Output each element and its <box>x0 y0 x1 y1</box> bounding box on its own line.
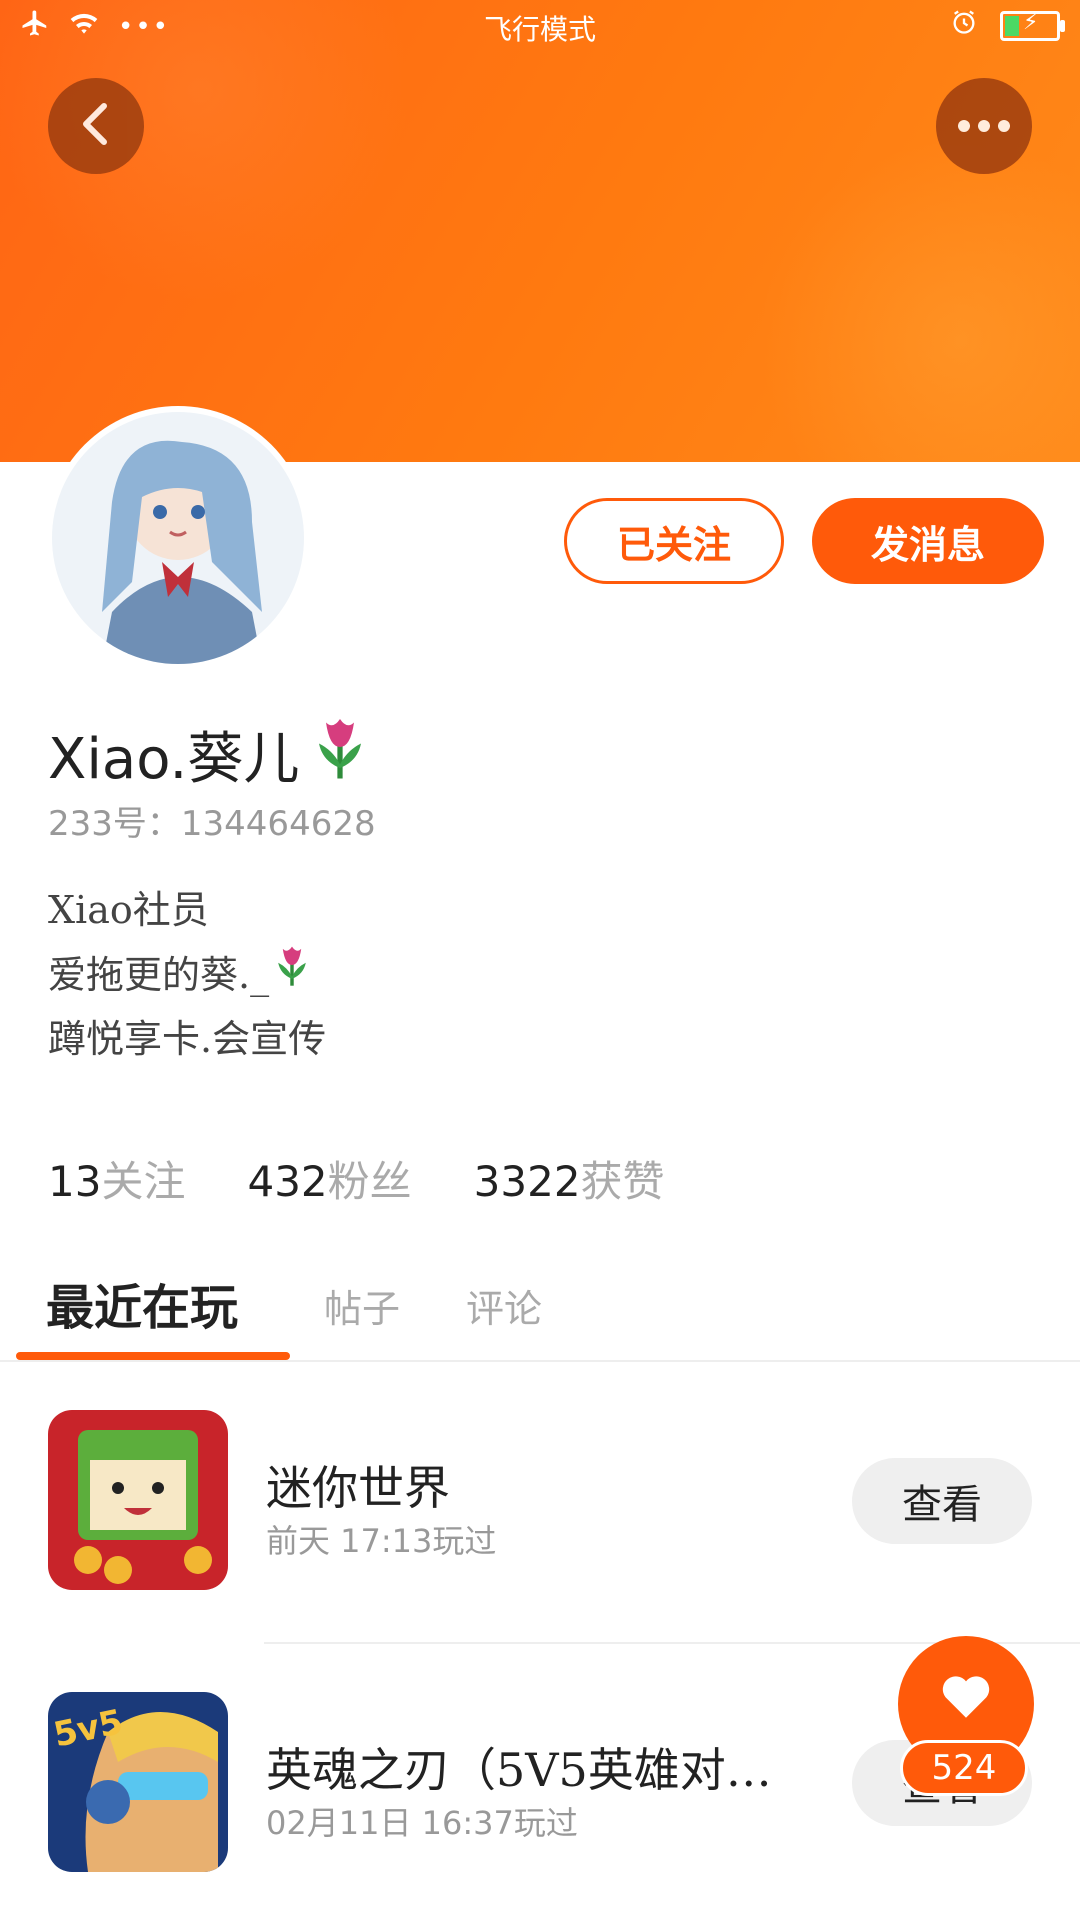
bio-line-2-text: 爱拖更的葵._ <box>48 952 270 997</box>
username-text: Xiao.葵儿 <box>48 726 300 792</box>
heart-icon <box>938 1670 994 1724</box>
bio-line-2: 爱拖更的葵._ <box>48 942 326 1007</box>
game-title: 英魂之刃（5V5英雄对… <box>266 1743 772 1797</box>
tulip-emoji-icon <box>305 712 375 796</box>
game-icon-mini-world[interactable] <box>48 1410 228 1590</box>
user-id: 233号：134464628 <box>48 796 376 845</box>
user-id-label: 233号： <box>48 804 181 844</box>
profile-tabs: 最近在玩 帖子 评论 <box>0 1250 1080 1362</box>
game-last-played: 前天 17:13玩过 <box>266 1522 497 1560</box>
user-id-value: 134464628 <box>180 804 376 844</box>
bio-line-1: Xiao社员 <box>48 888 209 932</box>
list-item[interactable]: 迷你世界 前天 17:13玩过 查看 <box>0 1362 1080 1640</box>
game-last-played: 02月11日 16:37玩过 <box>266 1804 578 1842</box>
following-stat[interactable]: 13关注 <box>48 1148 185 1209</box>
tab-comments[interactable]: 评论 <box>466 1278 542 1333</box>
fans-stat[interactable]: 432粉丝 <box>247 1148 411 1209</box>
fans-label: 粉丝 <box>327 1157 412 1206</box>
likes-stat: 3322获赞 <box>474 1148 665 1209</box>
following-label: 关注 <box>101 1157 186 1206</box>
back-button[interactable] <box>48 78 144 174</box>
game-title: 迷你世界 <box>266 1461 450 1515</box>
profile-header-background: ••• 飞行模式 ⚡ <box>0 0 1080 462</box>
more-options-button[interactable] <box>936 78 1032 174</box>
avatar[interactable] <box>52 412 304 664</box>
status-bar: ••• 飞行模式 ⚡ <box>0 0 1080 54</box>
active-tab-indicator <box>16 1352 290 1360</box>
fans-count: 432 <box>247 1157 328 1206</box>
tab-posts[interactable]: 帖子 <box>324 1278 400 1333</box>
likes-label: 获赞 <box>580 1157 665 1206</box>
tab-recently-played[interactable]: 最近在玩 <box>46 1268 238 1338</box>
status-bar-mode: 飞行模式 <box>483 13 596 46</box>
view-game-button[interactable]: 查看 <box>852 1458 1032 1544</box>
alarm-icon <box>950 8 978 43</box>
tulip-emoji-icon <box>269 942 315 1007</box>
chevron-left-icon <box>76 100 116 152</box>
profile-stats: 13关注 432粉丝 3322获赞 <box>48 1148 665 1209</box>
battery-charging-icon: ⚡ <box>1000 10 1065 41</box>
following-count: 13 <box>48 1157 102 1206</box>
bio-line-3: 蹲悦享卡.会宣传 <box>48 1017 327 1061</box>
more-horizontal-icon <box>958 120 1010 132</box>
game-icon-heroes-blade[interactable]: 5v5 <box>48 1692 228 1872</box>
send-message-button[interactable]: 发消息 <box>812 498 1044 584</box>
user-bio: Xiao社员 爱拖更的葵._ 蹲悦享卡.会宣传 <box>48 878 326 1071</box>
likes-count: 3322 <box>473 1157 581 1206</box>
username: Xiao.葵儿 <box>48 712 375 796</box>
like-count-badge: 524 <box>900 1740 1028 1796</box>
followed-button[interactable]: 已关注 <box>564 498 784 584</box>
